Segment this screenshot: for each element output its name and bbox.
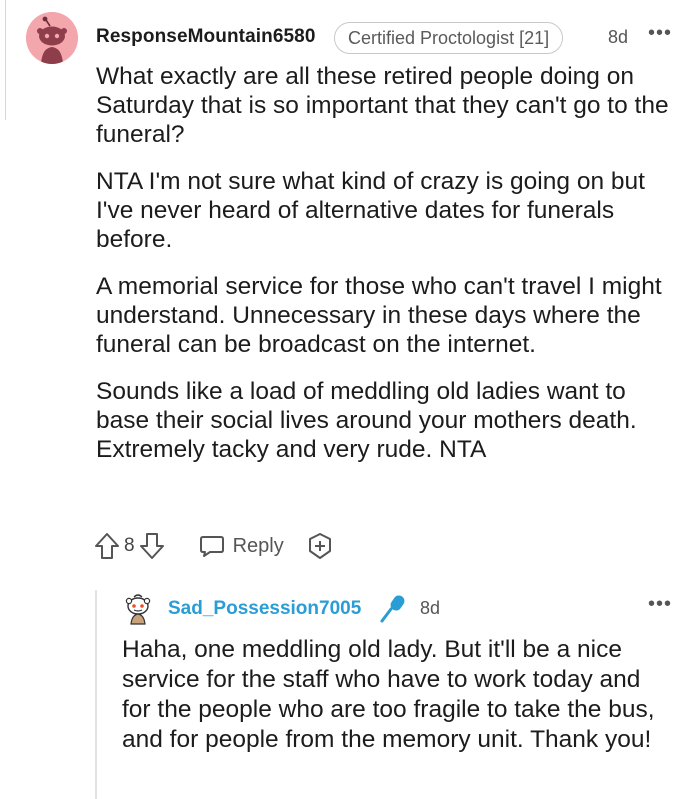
downvote-icon[interactable] [139, 532, 165, 560]
snoo-avatar-icon [125, 594, 151, 625]
microphone-icon [378, 593, 408, 628]
more-options-icon[interactable]: ••• [648, 22, 672, 45]
comment-body: What exactly are all these retired peopl… [96, 62, 681, 482]
comment-paragraph: What exactly are all these retired peopl… [96, 63, 669, 148]
reply-body: Haha, one meddling old lady. But it'll b… [122, 636, 655, 753]
user-flair: Certified Proctologist [21] [334, 22, 564, 54]
reply-button[interactable]: Reply [199, 534, 284, 558]
thread-line[interactable] [95, 590, 97, 799]
reply-username[interactable]: Sad_Possession7005 [168, 598, 361, 620]
vote-count: 8 [124, 535, 135, 556]
comment-paragraph: NTA I'm not sure what kind of crazy is g… [96, 168, 645, 253]
chat-bubble-icon [199, 536, 224, 557]
comment-paragraph: Sounds like a load of meddling old ladie… [96, 378, 637, 463]
avatar[interactable] [26, 12, 78, 64]
comment-age: 8d [608, 27, 629, 47]
reply-age: 8d [420, 598, 441, 618]
comment-actions: 8 Reply [94, 529, 334, 563]
reply-label: Reply [232, 534, 284, 557]
avatar[interactable] [122, 593, 154, 625]
more-options-icon[interactable]: ••• [648, 593, 672, 616]
comment-paragraph: A memorial service for those who can't t… [96, 273, 662, 358]
comment-username[interactable]: ResponseMountain6580 [96, 26, 316, 48]
award-icon[interactable] [306, 532, 334, 560]
left-edge-divider [0, 0, 6, 120]
upvote-icon[interactable] [94, 532, 120, 560]
snoo-avatar-icon [26, 12, 78, 64]
